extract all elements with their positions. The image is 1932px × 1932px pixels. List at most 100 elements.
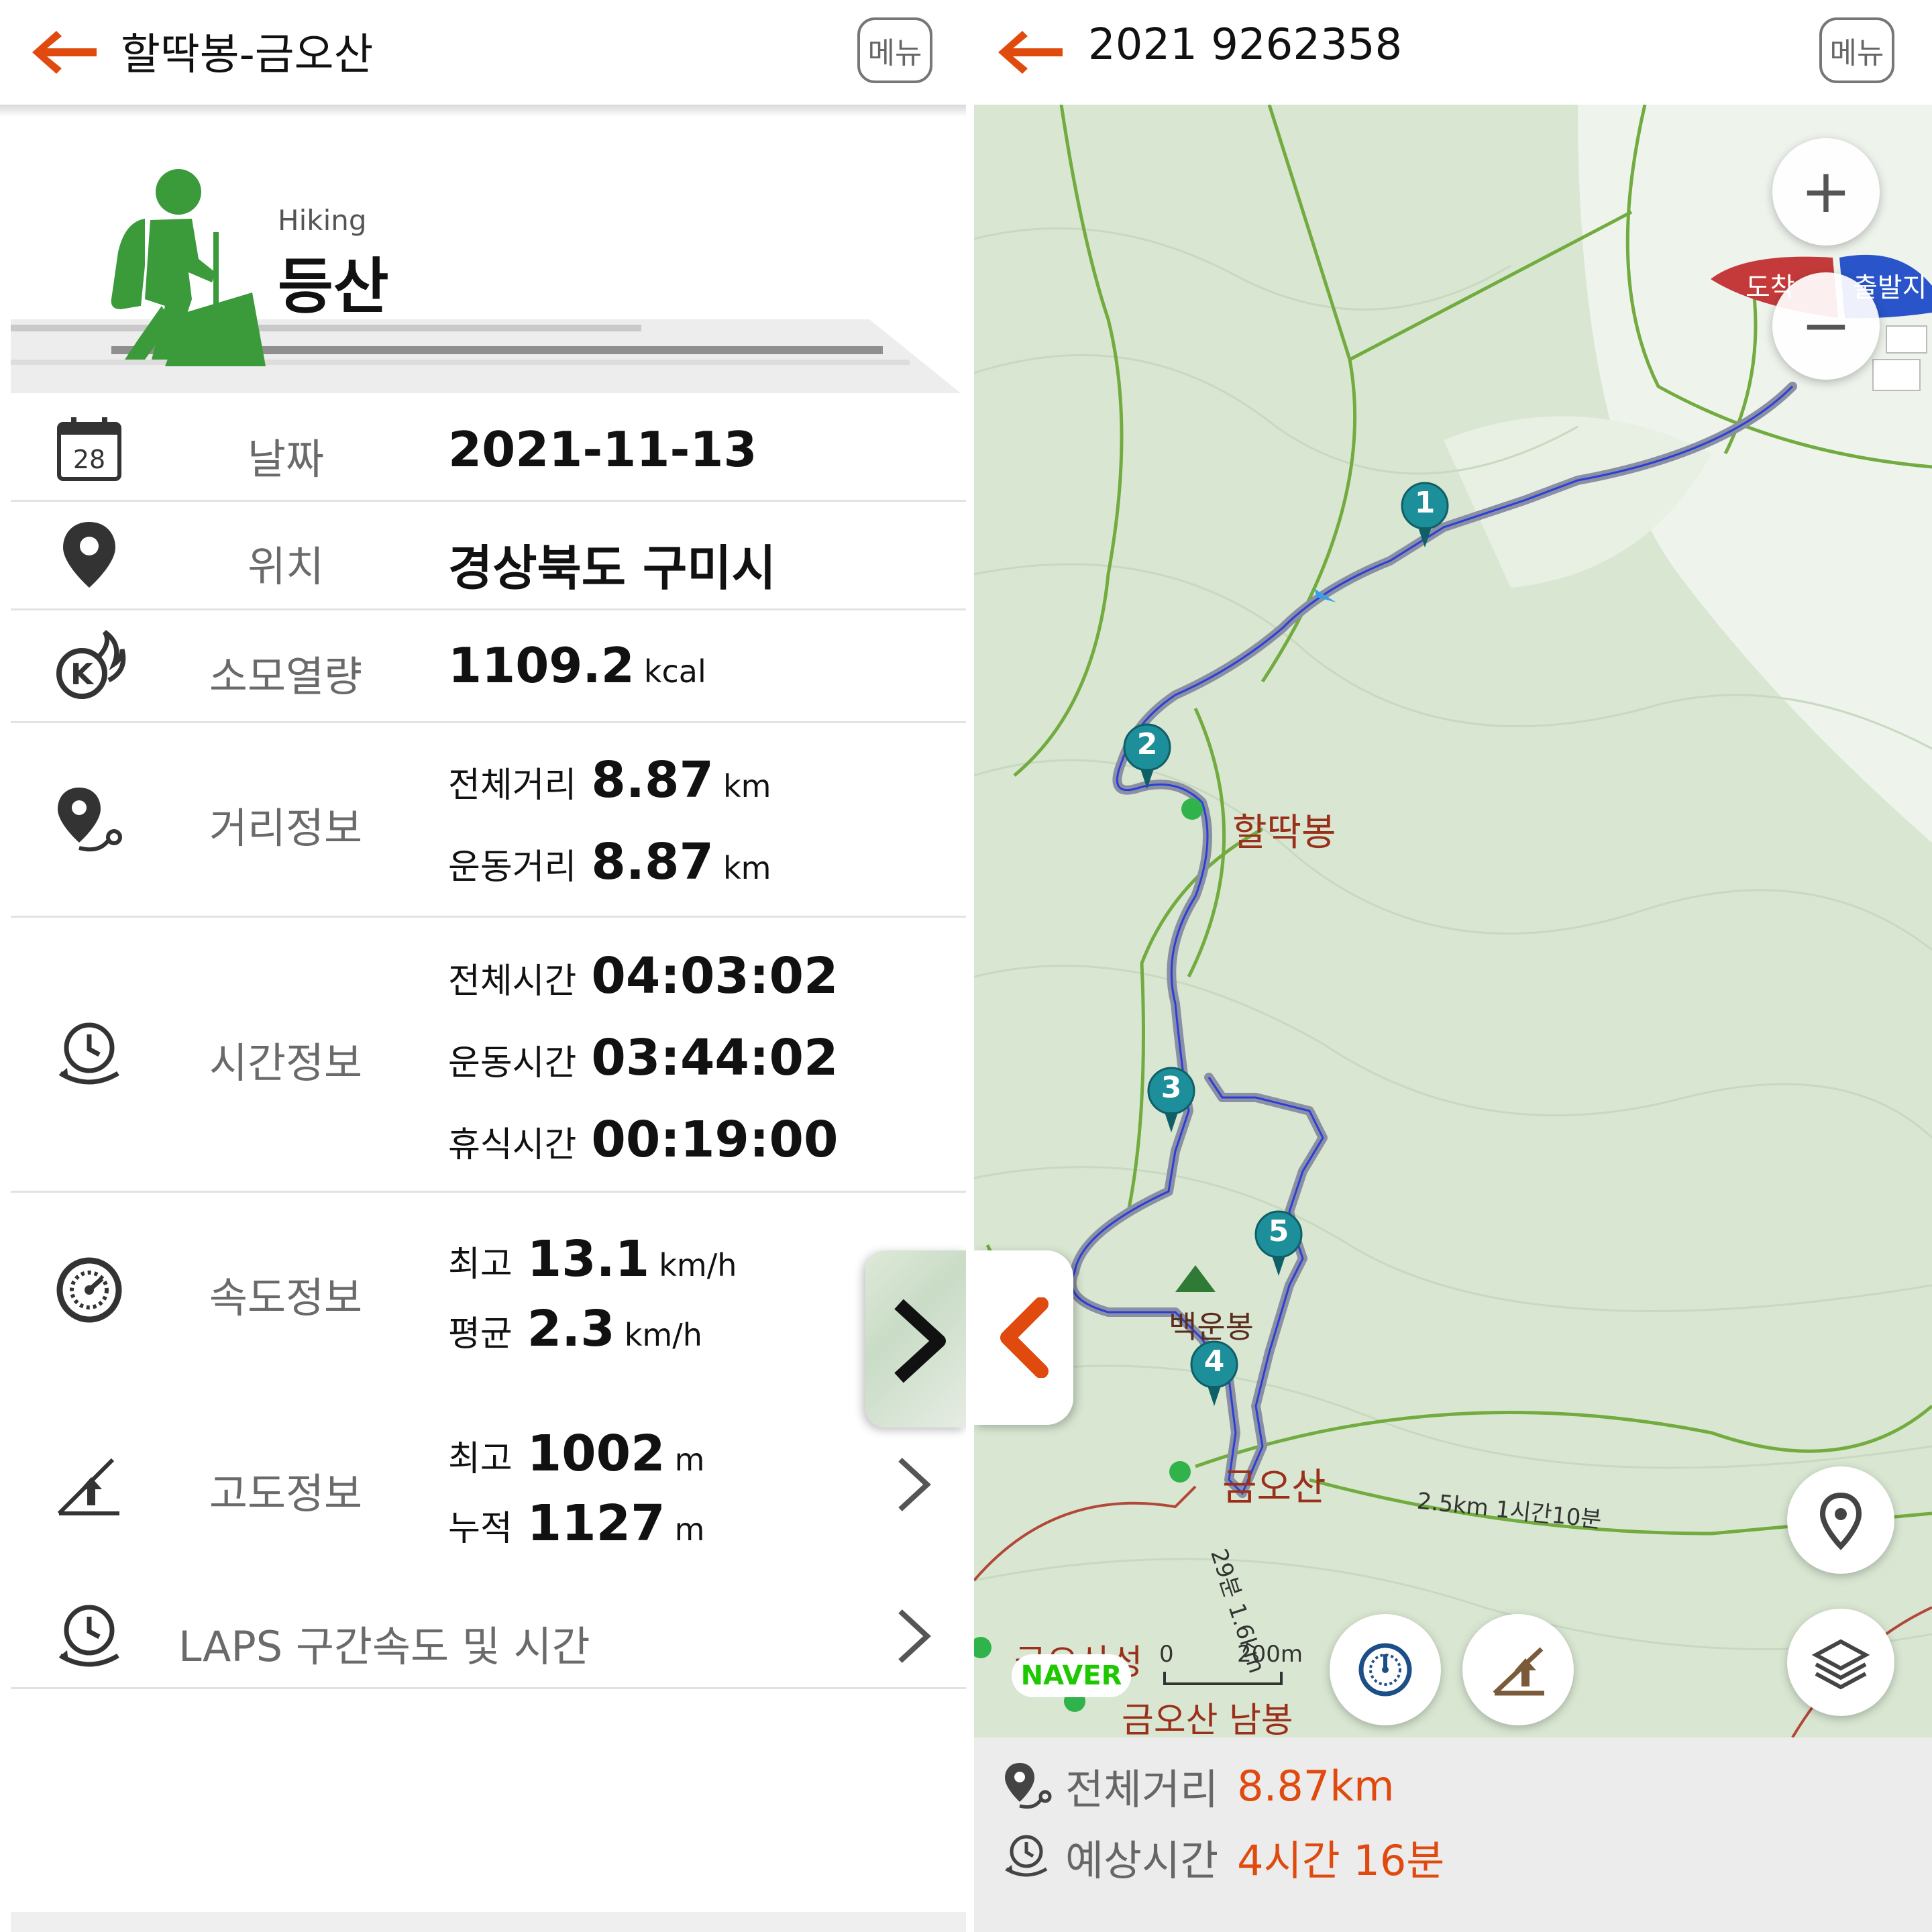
route-distance-value: 8.87km — [1237, 1761, 1395, 1811]
avg-speed-label: 평균 — [448, 1314, 513, 1354]
scale-value: 200m — [1237, 1641, 1303, 1668]
bottom-bar — [11, 1912, 966, 1932]
cumulative-altitude-label: 누적 — [448, 1509, 513, 1549]
total-distance-unit: km — [722, 768, 771, 804]
moving-time-label: 운동시간 — [448, 1043, 577, 1083]
distance-pin-icon — [52, 784, 126, 857]
svg-text:K: K — [70, 657, 95, 692]
chevron-left-icon — [1000, 1297, 1049, 1378]
date-label: 날짜 — [247, 435, 325, 484]
page-title: 할딱봉-금오산 — [121, 30, 374, 80]
location-value: 경상북도 구미시 — [448, 540, 776, 596]
chevron-right-icon[interactable] — [891, 1606, 938, 1666]
cumulative-altitude-unit: m — [674, 1511, 705, 1548]
max-speed-line: 최고 13.1 km/h — [448, 1230, 737, 1288]
laps-row[interactable]: LAPS 구간속도 및 시간 — [11, 1582, 966, 1689]
speed-label: 속도정보 — [209, 1273, 363, 1322]
map-title: 2021 9262358 — [1088, 20, 1403, 70]
minus-icon: − — [1801, 290, 1851, 361]
menu-button[interactable]: 메뉴 — [1819, 17, 1894, 83]
menu-button[interactable]: 메뉴 — [857, 17, 932, 83]
speedometer-icon — [52, 1253, 126, 1327]
max-altitude-line: 최고 1002 m — [448, 1425, 704, 1483]
svg-text:28: 28 — [73, 445, 105, 474]
speed-graph-button[interactable] — [1330, 1614, 1441, 1725]
zoom-in-button[interactable]: + — [1772, 138, 1880, 246]
calories-label: 소모열량 — [209, 652, 363, 701]
rest-time-value: 00:19:00 — [591, 1111, 839, 1169]
route-map-panel: 2021 9262358 메뉴 할딱봉 백운봉 금오산 금오산 남봉 2.5km… — [974, 0, 1932, 1932]
rest-time-label: 휴식시간 — [448, 1125, 577, 1165]
activity-banner: Hiking 등산 — [11, 118, 961, 393]
chevron-right-icon[interactable] — [891, 1454, 938, 1515]
rest-time-line: 휴식시간 00:19:00 — [448, 1111, 839, 1169]
route-marker-3-label: 3 — [1161, 1071, 1182, 1105]
route-marker-2-label: 2 — [1136, 727, 1158, 761]
route-map[interactable]: 할딱봉 백운봉 금오산 금오산성 금오산 남봉 2.5km 1시간10분 29분… — [974, 105, 1932, 1737]
peak-label-geumosan-nambong: 금오산 남봉 — [1122, 1701, 1293, 1737]
collapse-map-button[interactable] — [974, 1250, 1073, 1425]
plus-icon: + — [1801, 156, 1851, 227]
elevation-graph-button[interactable] — [1462, 1614, 1574, 1725]
map-peek-button[interactable] — [865, 1250, 966, 1428]
scale-zero: 0 — [1159, 1641, 1174, 1668]
calories-value: 1109.2 — [448, 637, 635, 694]
chevron-right-icon — [894, 1299, 946, 1383]
back-arrow-icon[interactable] — [27, 25, 101, 79]
laps-label: LAPS 구간속도 및 시간 — [178, 1622, 590, 1671]
distance-label: 거리정보 — [209, 804, 363, 853]
route-distance-row: 전체거리 8.87km — [1001, 1752, 1395, 1819]
moving-distance-line: 운동거리 8.87 km — [448, 833, 771, 891]
moving-distance-unit: km — [722, 850, 771, 886]
route-marker-1-label: 1 — [1414, 486, 1436, 520]
time-row: 시간정보 전체시간 04:03:02 운동시간 03:44:02 휴식시간 00:19… — [11, 918, 966, 1193]
header-divider — [0, 105, 966, 117]
route-eta-row: 예상시간 4시간 16분 — [1001, 1823, 1444, 1890]
distance-row: 거리정보 전체거리 8.87 km 운동거리 8.87 km — [11, 723, 966, 918]
route-eta-value: 4시간 16분 — [1237, 1836, 1445, 1885]
speed-row: 속도정보 최고 13.1 km/h 평균 2.3 km/h — [11, 1193, 966, 1387]
altitude-label: 고도정보 — [209, 1469, 363, 1518]
elevation-slope-icon — [1493, 1647, 1544, 1696]
record-header: 할딱봉-금오산 메뉴 — [0, 0, 966, 105]
moving-distance-label: 운동거리 — [448, 847, 577, 888]
total-time-line: 전체시간 04:03:02 — [448, 947, 839, 1005]
route-marker-4[interactable]: 4 — [1187, 1339, 1241, 1413]
activity-name-ko: 등산 — [278, 252, 389, 322]
date-row: 28 날짜 2021-11-13 — [11, 400, 966, 502]
route-marker-4-label: 4 — [1203, 1344, 1225, 1379]
time-label: 시간정보 — [209, 1038, 363, 1087]
location-pin-icon — [52, 518, 126, 592]
peak-label-haldakbong: 할딱봉 — [1232, 811, 1336, 855]
route-marker-5-label: 5 — [1268, 1214, 1289, 1248]
my-location-button[interactable] — [1787, 1466, 1894, 1574]
map-layers-button[interactable] — [1787, 1609, 1894, 1716]
cumulative-altitude-line: 누적 1127 m — [448, 1495, 704, 1552]
max-altitude-unit: m — [674, 1442, 705, 1478]
route-eta-label: 예상시간 — [1065, 1836, 1219, 1885]
moving-time-value: 03:44:02 — [591, 1029, 839, 1087]
map-header: 2021 9262358 메뉴 — [974, 0, 1932, 105]
route-marker-2[interactable]: 2 — [1120, 722, 1174, 796]
zoom-out-button[interactable]: − — [1772, 272, 1880, 380]
moving-distance-value: 8.87 — [591, 833, 714, 891]
total-time-label: 전체시간 — [448, 961, 577, 1002]
cumulative-altitude-value: 1127 — [527, 1495, 665, 1552]
location-label: 위치 — [247, 542, 325, 591]
route-marker-1[interactable]: 1 — [1398, 480, 1452, 554]
map-scale-bar — [1163, 1672, 1283, 1685]
route-marker-3[interactable]: 3 — [1144, 1065, 1198, 1139]
avg-speed-value: 2.3 — [527, 1300, 615, 1358]
altitude-slope-icon — [52, 1449, 126, 1523]
calendar-icon: 28 — [52, 413, 126, 487]
route-marker-5[interactable]: 5 — [1252, 1209, 1305, 1283]
altitude-row[interactable]: 고도정보 최고 1002 m 누적 1127 m — [11, 1387, 966, 1582]
max-speed-unit: km/h — [659, 1247, 737, 1283]
peak-label-geumosan: 금오산 — [1222, 1466, 1326, 1509]
location-row: 위치 경상북도 구미시 — [11, 502, 966, 610]
max-altitude-value: 1002 — [527, 1425, 665, 1483]
clock-icon — [1005, 1835, 1048, 1877]
calories-unit: kcal — [643, 653, 706, 690]
back-arrow-icon[interactable] — [993, 25, 1067, 79]
date-value: 2021-11-13 — [448, 421, 757, 478]
